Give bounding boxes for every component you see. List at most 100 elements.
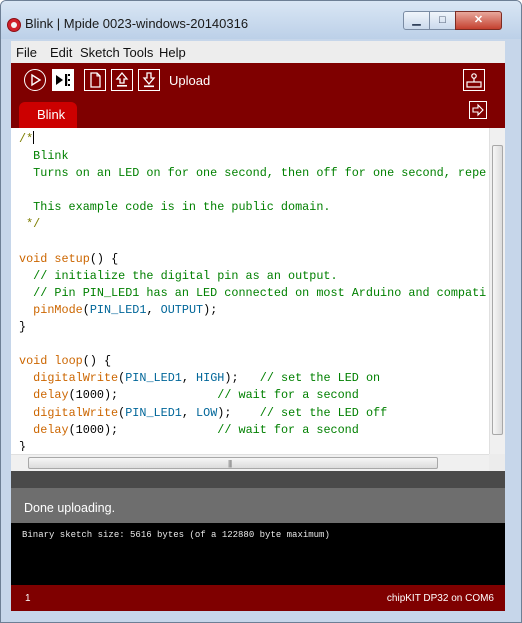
code-line[interactable]: pinMode(PIN_LED1, OUTPUT); [19, 302, 487, 319]
code-token: digitalWrite [33, 405, 119, 420]
upload-button[interactable] [52, 69, 74, 91]
code-line[interactable]: } [19, 439, 487, 451]
menu-edit[interactable]: Edit [50, 45, 72, 60]
code-text-area[interactable]: /* Blink Turns on an LED on for one seco… [19, 131, 487, 451]
code-line[interactable]: Blink [19, 148, 487, 165]
code-token: HIGH [196, 371, 225, 386]
code-line[interactable]: delay(1000); // wait for a second [19, 422, 487, 439]
code-token: Blink [19, 149, 69, 164]
code-line[interactable]: delay(1000); // wait for a second [19, 387, 487, 404]
tab-menu-button[interactable] [469, 101, 487, 119]
tab-bar: Blink [11, 96, 505, 128]
code-line[interactable]: } [19, 319, 487, 336]
code-line[interactable]: digitalWrite(PIN_LED1, HIGH); // set the… [19, 370, 487, 387]
tab-label: Blink [37, 107, 66, 122]
ide-window: Blink | Mpide 0023-windows-20140316 ▁ □ … [0, 0, 522, 623]
title-bar[interactable]: Blink | Mpide 0023-windows-20140316 ▁ □ … [1, 1, 521, 39]
scroll-grip-icon: ||| [228, 459, 232, 468]
open-button[interactable] [111, 69, 133, 91]
arrow-right-icon [472, 103, 484, 117]
code-token: , [181, 405, 197, 420]
code-line[interactable]: Turns on an LED on for one second, then … [19, 165, 487, 182]
serial-monitor-icon [466, 73, 482, 88]
verify-button[interactable] [24, 69, 46, 91]
code-token: LOW [196, 405, 218, 420]
upload-icon [56, 74, 70, 86]
code-token: */ [19, 217, 41, 232]
panel-divider[interactable] [11, 471, 505, 488]
code-token: pinMode [33, 302, 83, 317]
code-line[interactable]: This example code is in the public domai… [19, 199, 487, 216]
maximize-button[interactable]: □ [429, 11, 456, 30]
code-line[interactable]: */ [19, 216, 487, 233]
code-token: ); [217, 405, 260, 420]
serial-monitor-button[interactable] [463, 69, 485, 91]
code-token: digitalWrite [33, 371, 119, 386]
vertical-scroll-thumb[interactable] [492, 145, 503, 435]
open-icon [115, 71, 129, 87]
code-token: (1000); [68, 422, 218, 437]
horizontal-scroll-thumb[interactable]: ||| [28, 457, 438, 469]
console-output[interactable]: Binary sketch size: 5616 bytes (of a 122… [11, 523, 505, 585]
tab-blink[interactable]: Blink [19, 102, 77, 128]
code-token: () { [82, 354, 112, 369]
vertical-scrollbar[interactable] [489, 128, 505, 454]
code-line[interactable]: /* [19, 131, 487, 148]
menu-sketch[interactable]: Sketch [80, 45, 120, 60]
code-token: // set the LED off [259, 405, 388, 420]
text-caret [33, 131, 35, 144]
menu-bar: File Edit Sketch Tools Help [11, 41, 505, 63]
status-bar: Done uploading. [11, 488, 505, 523]
code-line[interactable]: digitalWrite(PIN_LED1, LOW); // set the … [19, 405, 487, 422]
new-icon [90, 72, 101, 88]
scrollbar-corner [489, 454, 505, 471]
verify-icon [31, 73, 42, 87]
save-button[interactable] [138, 69, 160, 91]
code-token: void [19, 251, 48, 266]
minimize-button[interactable]: ▁ [403, 11, 430, 30]
code-token: // initialize the digital pin as an outp… [19, 268, 338, 283]
code-line[interactable]: void setup() { [19, 251, 487, 268]
code-token: // set the LED on [259, 371, 381, 386]
code-editor[interactable]: /* Blink Turns on an LED on for one seco… [11, 128, 505, 471]
app-logo-icon [7, 18, 21, 32]
window-title: Blink | Mpide 0023-windows-20140316 [25, 16, 249, 31]
line-number: 1 [25, 593, 31, 604]
code-token: , [146, 302, 161, 317]
footer-bar: 1 chipKIT DP32 on COM6 [11, 585, 505, 611]
code-line[interactable]: void loop() { [19, 353, 487, 370]
code-token: loop [54, 354, 83, 369]
new-button[interactable] [84, 69, 106, 91]
board-port-label: chipKIT DP32 on COM6 [386, 593, 494, 604]
code-token: PIN_LED1 [125, 405, 182, 420]
code-token: /* [19, 132, 34, 146]
code-token: // Pin PIN_LED1 has an LED connected on … [33, 285, 487, 300]
code-token: () { [89, 251, 119, 266]
menu-tools[interactable]: Tools [123, 45, 153, 60]
menu-file[interactable]: File [16, 45, 37, 60]
code-token: , [181, 371, 197, 386]
code-token: OUTPUT [160, 302, 204, 317]
upload-label: Upload [169, 73, 211, 88]
console-text: Binary sketch size: 5616 bytes (of a 122… [22, 530, 330, 540]
menu-help[interactable]: Help [159, 45, 186, 60]
code-token: ( [82, 302, 90, 317]
horizontal-scrollbar[interactable]: ||| [11, 454, 489, 471]
code-line[interactable]: // initialize the digital pin as an outp… [19, 268, 487, 285]
code-token: // wait for a second [217, 422, 359, 437]
code-token: PIN_LED1 [125, 371, 182, 386]
code-line[interactable]: ​ [19, 234, 487, 251]
code-line[interactable]: ​ [19, 182, 487, 199]
code-line[interactable]: ​ [19, 336, 487, 353]
close-button[interactable]: ✕ [455, 11, 502, 30]
code-token: delay [33, 388, 69, 403]
code-token: (1000); [68, 388, 218, 403]
save-icon [142, 72, 156, 88]
code-token: delay [33, 422, 69, 437]
code-token: Turns on an LED on for one second, then … [19, 166, 487, 181]
code-token: ); [224, 371, 260, 386]
code-line[interactable]: // Pin PIN_LED1 has an LED connected on … [19, 285, 487, 302]
